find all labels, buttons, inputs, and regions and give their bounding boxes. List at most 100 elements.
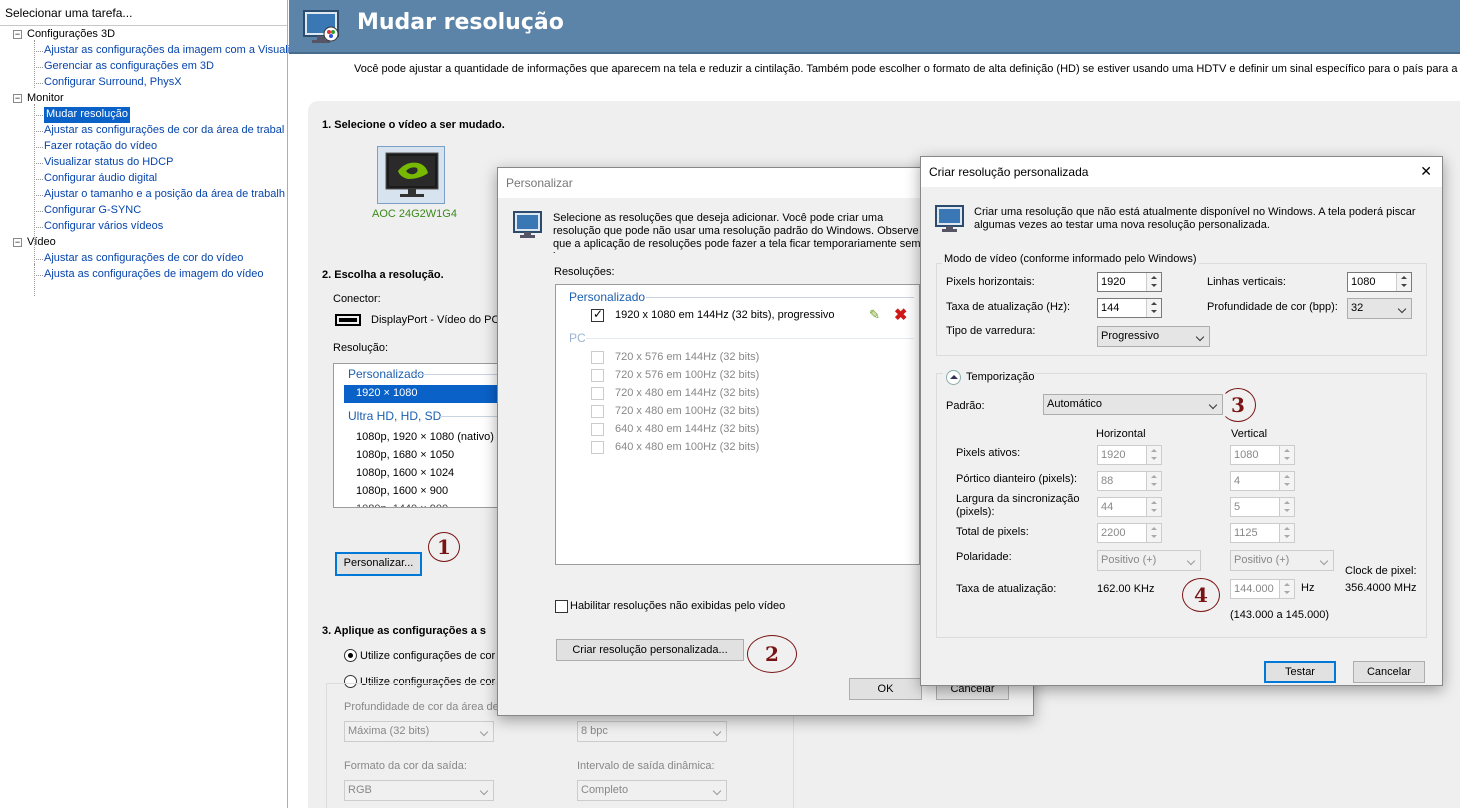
scan-type-dropdown[interactable]: Progressivo bbox=[1097, 326, 1210, 347]
pc-res-label: 720 x 576 em 100Hz (32 bits) bbox=[615, 369, 760, 381]
porch-v-input[interactable]: 4 bbox=[1230, 471, 1295, 491]
res-item[interactable]: 1080p, 1600 × 900 bbox=[356, 485, 448, 497]
tree-category[interactable]: Configurações 3D bbox=[27, 27, 115, 43]
tree-item[interactable]: Ajustar o tamanho e a posição da área de… bbox=[44, 187, 285, 203]
customize-res-list[interactable]: Personalizado ✓ 1920 x 1080 em 144Hz (32… bbox=[555, 284, 920, 565]
collapse-icon[interactable]: − bbox=[13, 238, 22, 247]
active-v-input[interactable]: 1080 bbox=[1230, 445, 1295, 465]
polarity-label: Polaridade: bbox=[956, 551, 1012, 563]
rate-unit: Hz bbox=[1301, 582, 1315, 594]
total-v-input[interactable]: 1125 bbox=[1230, 523, 1295, 543]
total-h-input[interactable]: 2200 bbox=[1097, 523, 1162, 543]
edit-icon[interactable]: ✎ bbox=[869, 307, 880, 323]
depth-bpp-label: Profundidade de cor (bpp): bbox=[1207, 301, 1338, 313]
pc-res-label: 640 x 480 em 100Hz (32 bits) bbox=[615, 441, 760, 453]
tree-item[interactable]: Ajustar as configurações de cor do vídeo bbox=[44, 251, 243, 267]
resolution-list[interactable]: Personalizado 1920 × 1080 Ultra HD, HD, … bbox=[333, 363, 503, 508]
video-mode-group-label: Modo de vídeo (conforme informado pelo W… bbox=[942, 253, 1199, 265]
active-pixels-label: Pixels ativos: bbox=[956, 447, 1021, 459]
color-format-dropdown[interactable]: RGB bbox=[344, 780, 494, 801]
rate-label: Taxa de atualização: bbox=[956, 583, 1057, 595]
sync-v-input[interactable]: 5 bbox=[1230, 497, 1295, 517]
pc-res-checkbox[interactable] bbox=[591, 387, 604, 400]
bpc-dropdown[interactable]: 8 bpc bbox=[577, 721, 727, 742]
tree-item[interactable]: Ajustar as configurações da imagem com a… bbox=[44, 43, 296, 59]
pc-res-checkbox[interactable] bbox=[591, 405, 604, 418]
collapse-timing-icon[interactable] bbox=[946, 370, 961, 385]
pc-res-checkbox[interactable] bbox=[591, 423, 604, 436]
scan-type-label: Tipo de varredura: bbox=[946, 325, 1036, 337]
total-pixels-label: Total de pixels: bbox=[956, 526, 1029, 538]
dyn-range-dropdown[interactable]: Completo bbox=[577, 780, 727, 801]
res-item[interactable]: 1080p, 1920 × 1080 (nativo) bbox=[356, 431, 494, 443]
pc-res-checkbox[interactable] bbox=[591, 351, 604, 364]
delete-icon[interactable]: ✖ bbox=[894, 305, 907, 325]
custom-res-checkbox[interactable]: ✓ bbox=[591, 307, 604, 322]
enable-hidden-checkbox[interactable] bbox=[555, 600, 568, 613]
task-tree: Configurações 3D − Ajustar as configuraçõe… bbox=[12, 27, 296, 808]
color-format-label: Formato da cor da saída: bbox=[344, 760, 467, 772]
tree-item[interactable]: Configurar Surround, PhysX bbox=[44, 75, 182, 91]
res-item[interactable]: 1080p, 1600 × 1024 bbox=[356, 467, 454, 479]
polarity-h-dropdown[interactable]: Positivo (+) bbox=[1097, 550, 1201, 571]
v-lines-label: Linhas verticais: bbox=[1207, 276, 1286, 288]
close-icon[interactable]: ✕ bbox=[1420, 163, 1432, 180]
tree-item[interactable]: Configurar áudio digital bbox=[44, 171, 157, 187]
tree-item[interactable]: Ajustar as configurações de cor da área … bbox=[44, 123, 284, 139]
step1-heading: 1. Selecione o vídeo a ser mudado. bbox=[322, 119, 505, 131]
sync-width-label: Largura da sincronização (pixels): bbox=[956, 493, 1080, 518]
depth-dropdown[interactable]: Máxima (32 bits) bbox=[344, 721, 494, 742]
v-lines-input[interactable]: 1080 bbox=[1347, 272, 1412, 292]
create-cancel-button[interactable]: Cancelar bbox=[1353, 661, 1425, 683]
refresh-input[interactable]: 144 bbox=[1097, 298, 1162, 318]
collapse-icon[interactable]: − bbox=[13, 94, 22, 103]
tree-item[interactable]: Gerenciar as configurações em 3D bbox=[44, 59, 214, 75]
collapse-icon[interactable]: − bbox=[13, 30, 22, 39]
ok-button[interactable]: OK bbox=[849, 678, 922, 700]
tree-item[interactable]: Ajusta as configurações de imagem do víd… bbox=[44, 267, 264, 283]
custom-group-header: Personalizado bbox=[569, 290, 646, 304]
display-tile[interactable] bbox=[377, 146, 445, 204]
tree-item[interactable]: Configurar G-SYNC bbox=[44, 203, 141, 219]
tree-category[interactable]: Monitor bbox=[27, 91, 64, 107]
h-pixels-label: Pixels horizontais: bbox=[946, 276, 1035, 288]
displayport-icon bbox=[335, 314, 361, 326]
rate-v-input[interactable]: 144.000 bbox=[1230, 579, 1295, 599]
pixel-clock-value: 356.4000 MHz bbox=[1345, 582, 1417, 594]
create-description: Criar uma resolução que não está atualme… bbox=[974, 206, 1416, 231]
tree-item[interactable]: Fazer rotação do vídeo bbox=[44, 139, 157, 155]
enable-hidden-label: Habilitar resoluções não exibidas pelo v… bbox=[570, 600, 786, 612]
customize-description: Selecione as resoluções que deseja adici… bbox=[553, 212, 921, 254]
depth-bpp-dropdown[interactable]: 32 bbox=[1347, 298, 1412, 319]
porch-h-input[interactable]: 88 bbox=[1097, 471, 1162, 491]
pc-res-checkbox[interactable] bbox=[591, 369, 604, 382]
create-custom-resolution-button[interactable]: Criar resolução personalizada... bbox=[556, 639, 744, 661]
standard-dropdown[interactable]: Automático bbox=[1043, 394, 1223, 415]
res-item[interactable]: 1080p, 1680 × 1050 bbox=[356, 449, 454, 461]
rate-range: (143.000 a 145.000) bbox=[1230, 609, 1330, 621]
pc-res-label: 720 x 576 em 144Hz (32 bits) bbox=[615, 351, 760, 363]
h-pixels-input[interactable]: 1920 bbox=[1097, 272, 1162, 292]
tree-item[interactable]: Mudar resolução bbox=[44, 107, 130, 123]
radio-nvidia-color[interactable] bbox=[344, 649, 357, 662]
pc-res-checkbox[interactable] bbox=[591, 441, 604, 454]
porch-label: Pórtico dianteiro (pixels): bbox=[956, 473, 1078, 485]
annotation-3: 3 bbox=[1218, 386, 1258, 424]
test-button[interactable]: Testar bbox=[1264, 661, 1336, 683]
customize-button[interactable]: Personalizar... bbox=[335, 552, 422, 576]
active-h-input[interactable]: 1920 bbox=[1097, 445, 1162, 465]
refresh-label: Taxa de atualização (Hz): bbox=[946, 301, 1071, 313]
polarity-v-dropdown[interactable]: Positivo (+) bbox=[1230, 550, 1334, 571]
connector-label: Conector: bbox=[333, 293, 381, 305]
pc-res-label: 720 x 480 em 100Hz (32 bits) bbox=[615, 405, 760, 417]
tree-item[interactable]: Visualizar status do HDCP bbox=[44, 155, 173, 171]
resolutions-label: Resoluções: bbox=[554, 266, 615, 278]
tree-category[interactable]: Vídeo bbox=[27, 235, 56, 251]
tree-item[interactable]: Configurar vários vídeos bbox=[44, 219, 163, 235]
task-panel-title: Selecionar uma tarefa... bbox=[0, 0, 287, 26]
res-group-header: Ultra HD, HD, SD bbox=[348, 409, 442, 423]
radio-nvidia-color-label: Utilize configurações de cor p bbox=[360, 650, 505, 662]
col-horizontal: Horizontal bbox=[1096, 428, 1146, 440]
sync-h-input[interactable]: 44 bbox=[1097, 497, 1162, 517]
res-item-selected[interactable]: 1920 × 1080 bbox=[344, 385, 502, 403]
